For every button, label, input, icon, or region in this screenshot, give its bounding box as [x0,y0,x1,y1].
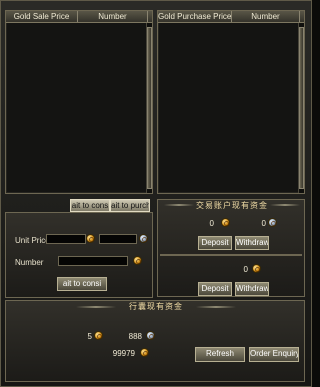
gold-coin-icon [252,264,261,273]
account-silver-value: 0 [261,219,266,228]
silver-coin-icon [268,218,277,227]
withdraw-button-2[interactable]: Withdraw [235,282,269,296]
title-decoration [196,306,236,308]
purchase-list-scrollbar[interactable] [298,23,304,193]
gold-coin-icon [86,234,95,243]
gold-coin-icon [94,331,103,340]
purchase-list-header: Gold Purchase Price Number [158,11,304,23]
sale-number-column-header[interactable]: Number [78,11,148,22]
sale-list-header: Gold Sale Price Number [6,11,152,23]
bag-value-3: 99979 [112,349,135,358]
deposit-button[interactable]: Deposit [198,236,232,250]
submit-consign-button[interactable]: ait to consi [57,277,107,291]
purchase-list-panel: Gold Purchase Price Number [157,10,305,194]
title-decoration [270,204,300,206]
refresh-button[interactable]: Refresh [195,347,245,362]
bag-value-2: 888 [128,332,142,341]
gold-coin-icon [221,218,230,227]
account-divider [160,254,302,256]
tab-wait-to-purchase[interactable]: ait to purch [110,199,150,212]
purchase-list-scroll-thumb[interactable] [299,27,304,189]
bag-value-1: 5 [87,332,92,341]
account-gold-value: 0 [209,219,214,228]
bag-funds-title: 行囊现有资金 [129,302,183,311]
unit-price-silver-input[interactable] [99,234,137,244]
sale-list-scroll-thumb[interactable] [147,27,152,189]
purchase-price-column-header[interactable]: Gold Purchase Price [158,11,232,22]
order-form-panel: Unit Price Number ait to consi [5,212,153,298]
number-input[interactable] [58,256,128,266]
unit-price-gold-input[interactable] [46,234,86,244]
number-label: Number [15,258,44,267]
silver-coin-icon [146,331,155,340]
unit-price-label: Unit Price [15,236,50,245]
account-gold-value-2: 0 [243,265,248,274]
sale-list-panel: Gold Sale Price Number [5,10,153,194]
deposit-button-2[interactable]: Deposit [198,282,232,296]
purchase-number-column-header[interactable]: Number [232,11,300,22]
bag-funds-panel: 行囊现有资金 5 888 99979 Refresh Order Enquiry [5,300,305,382]
gold-coin-icon [140,348,149,357]
order-enquiry-button[interactable]: Order Enquiry [249,347,299,362]
gold-coin-icon [133,256,142,265]
withdraw-button[interactable]: Withdraw [235,236,269,250]
tab-wait-to-consign[interactable]: ait to cons [70,199,110,212]
sale-price-column-header[interactable]: Gold Sale Price [6,11,78,22]
silver-coin-icon [139,234,148,243]
sale-list-scrollbar[interactable] [146,23,152,193]
trade-account-panel: 交易账户现有资金 0 0 Deposit Withdraw 0 Deposit … [157,199,305,297]
